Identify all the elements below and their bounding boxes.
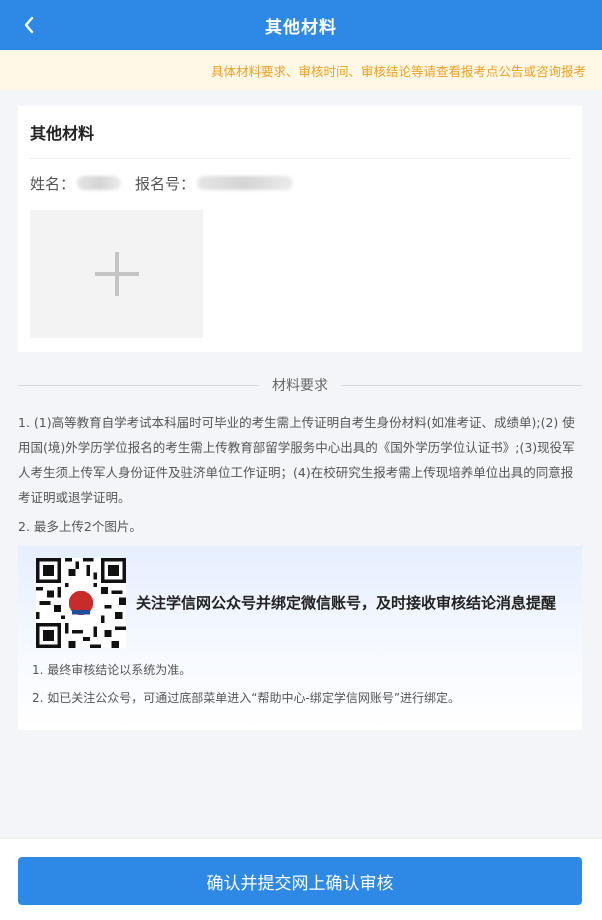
footer-bar: 确认并提交网上确认审核 <box>0 838 602 920</box>
divider-line-right <box>342 384 582 386</box>
requirements-divider: 材料要求 <box>18 374 582 396</box>
name-label: 姓名： <box>30 174 76 193</box>
wechat-follow-title: 关注学信网公众号并绑定微信账号，及时接收审核结论消息提醒 <box>136 594 557 612</box>
wechat-note: 2. 如已关注公众号，可通过底部菜单进入“帮助中心-绑定学信网账号”进行绑定。 <box>32 691 461 705</box>
requirement-item: 2. 最多上传2个图片。 <box>18 519 142 534</box>
back-button[interactable] <box>14 0 44 50</box>
wechat-notes: 1. 最终审核结论以系统为准。 2. 如已关注公众号，可通过底部菜单进入“帮助中… <box>32 656 568 712</box>
wechat-follow-panel: 关注学信网公众号并绑定微信账号，及时接收审核结论消息提醒 1. 最终审核结论以系… <box>18 546 582 730</box>
requirements-heading: 材料要求 <box>272 378 328 394</box>
applicant-info-row: 姓名： 报名号： <box>30 173 570 193</box>
materials-card: 其他材料 姓名： 报名号： <box>18 106 582 352</box>
requirement-item: 1. (1)高等教育自学考试本科届时可毕业的考生需上传证明自考生身份材料(如准考… <box>18 415 575 505</box>
notice-text: 具体材料要求、审核时间、审核结论等请查看报考点公告或咨询报考 <box>210 63 586 79</box>
name-value-redacted <box>77 176 122 190</box>
plus-icon <box>94 252 139 296</box>
requirements-list: 1. (1)高等教育自学考试本科届时可毕业的考生需上传证明自考生身份材料(如准考… <box>18 410 584 543</box>
confirm-submit-button[interactable]: 确认并提交网上确认审核 <box>18 857 582 905</box>
notice-banner: 具体材料要求、审核时间、审核结论等请查看报考点公告或咨询报考 <box>0 50 602 90</box>
registration-value-redacted <box>197 176 294 190</box>
image-upload-button[interactable] <box>30 210 203 338</box>
page-title: 其他材料 <box>265 17 337 38</box>
wechat-note: 1. 最终审核结论以系统为准。 <box>32 663 192 677</box>
top-nav-bar: 其他材料 <box>0 0 602 50</box>
registration-label: 报名号： <box>135 174 196 193</box>
qr-code-icon <box>36 558 126 648</box>
card-title: 其他材料 <box>30 106 570 159</box>
chevron-left-icon <box>24 16 34 34</box>
divider-line-left <box>18 384 258 386</box>
